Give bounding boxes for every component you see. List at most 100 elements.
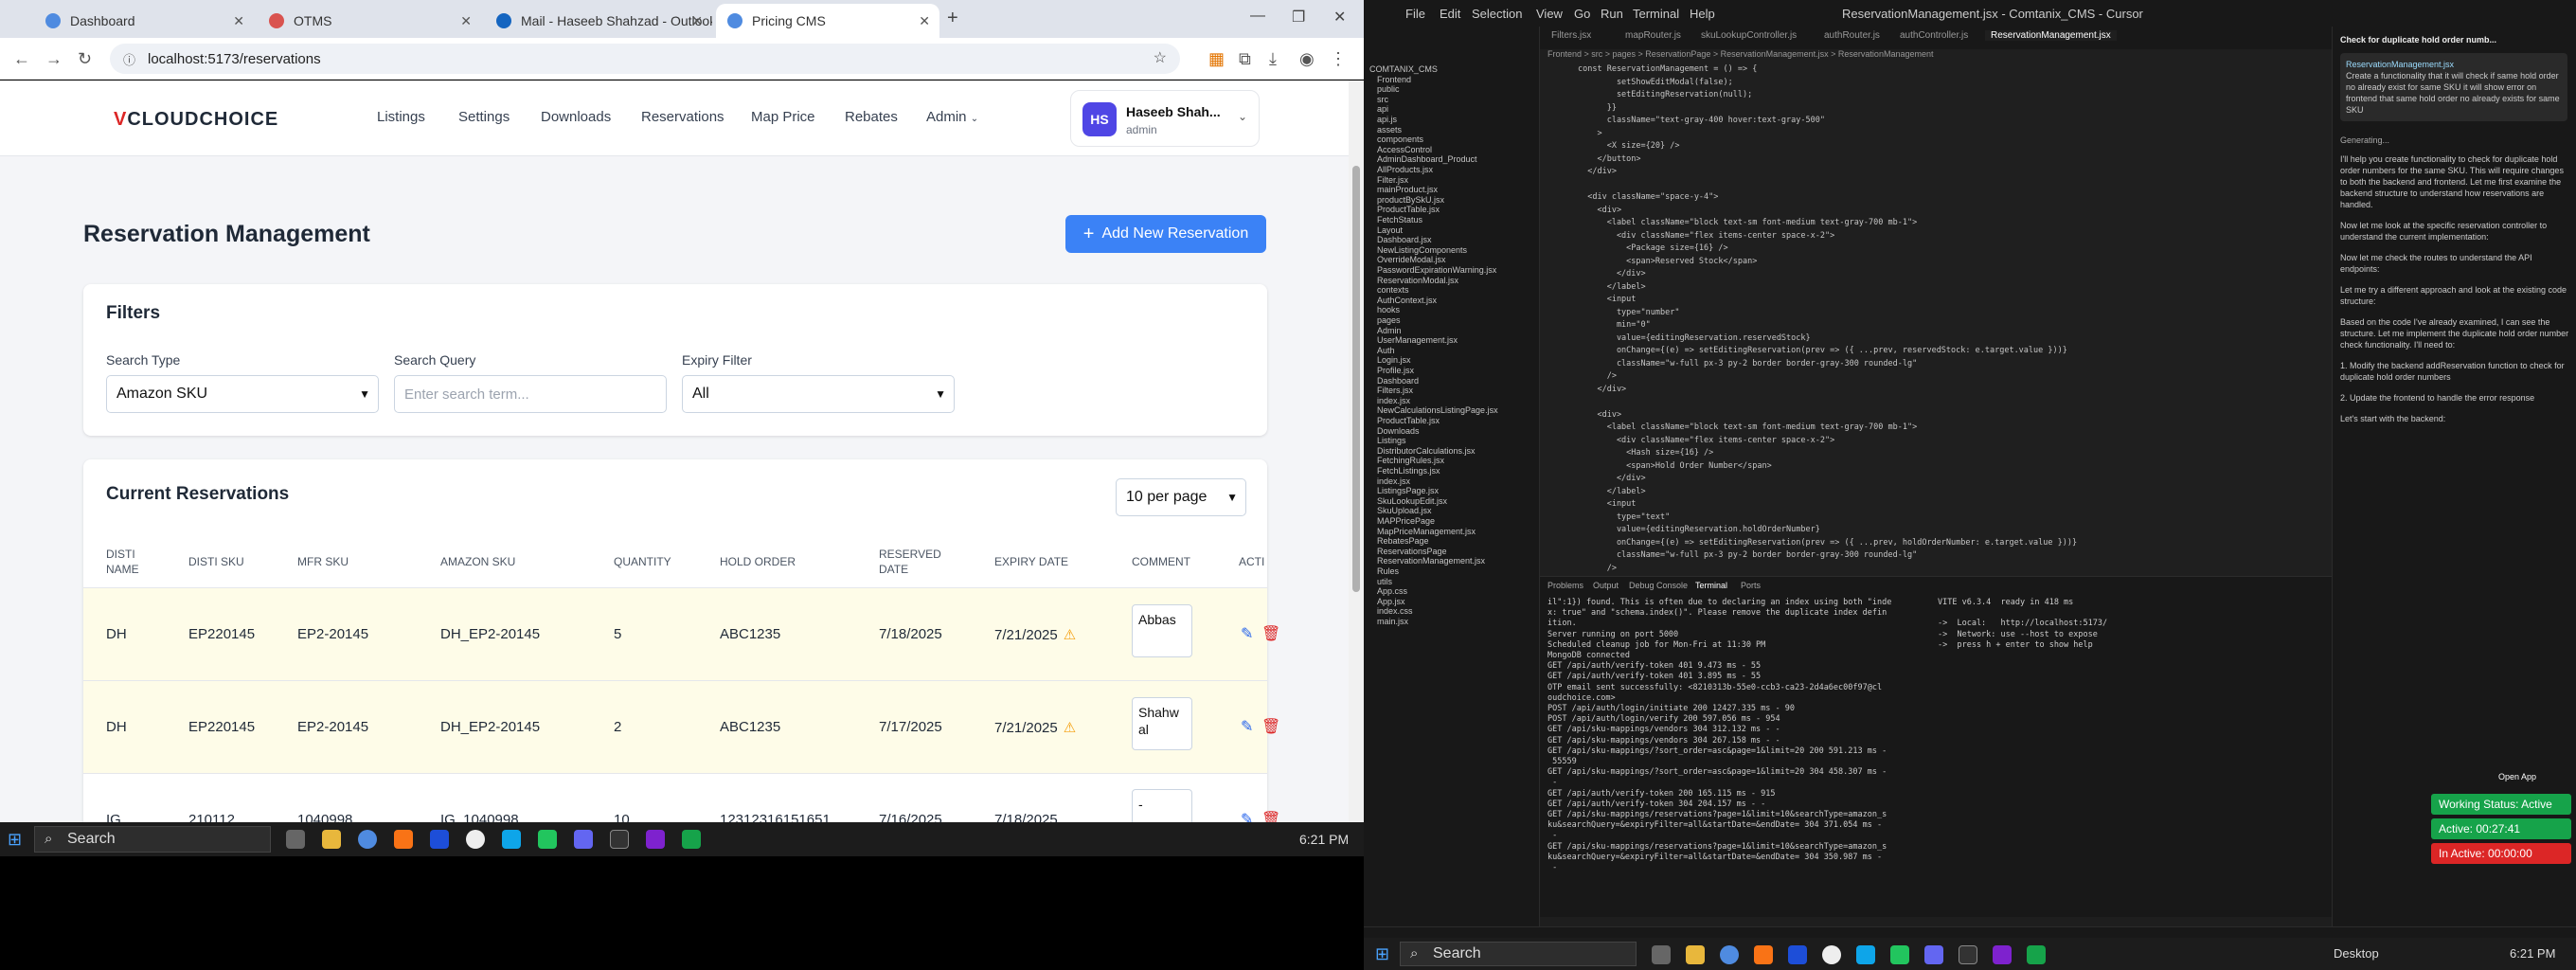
tree-item[interactable]: DistributorCalculations.jsx (1377, 446, 1476, 456)
menu-run[interactable]: Run (1601, 7, 1623, 21)
tree-item[interactable]: MapPriceManagement.jsx (1377, 527, 1476, 536)
tree-item[interactable]: index.css (1377, 606, 1413, 616)
tree-item[interactable]: api (1377, 104, 1388, 114)
nav-map-price[interactable]: Map Price (751, 109, 815, 125)
tree-item[interactable]: FetchListings.jsx (1377, 466, 1440, 476)
tree-item[interactable]: productBySkU.jsx (1377, 195, 1444, 205)
close-tab-icon[interactable]: ✕ (919, 13, 930, 29)
app-icon[interactable] (538, 830, 557, 849)
tree-item[interactable]: public (1377, 84, 1400, 94)
profile-icon[interactable]: ◉ (1299, 49, 1315, 69)
taskbar-search[interactable]: ⌕ Search (34, 826, 271, 853)
tree-item[interactable]: Auth (1377, 346, 1395, 355)
app-icon[interactable] (1856, 945, 1875, 964)
tree-item[interactable]: src (1377, 95, 1388, 104)
menu-help[interactable]: Help (1690, 7, 1715, 21)
browser-tab-dashboard[interactable]: Dashboard ✕ (34, 4, 254, 38)
panel-tab-active[interactable]: Terminal (1695, 581, 1727, 590)
onenote-icon[interactable] (646, 830, 665, 849)
new-tab-icon[interactable]: + (947, 8, 958, 29)
app-icon[interactable] (394, 830, 413, 849)
per-page-select[interactable]: 10 per page ▼ (1116, 478, 1246, 516)
editor-tab-active[interactable]: ReservationManagement.jsx (1985, 30, 2117, 41)
menu-go[interactable]: Go (1574, 7, 1590, 21)
tree-item[interactable]: api.js (1377, 115, 1397, 124)
file-explorer-icon[interactable] (1686, 945, 1705, 964)
tree-item[interactable]: Admin (1377, 326, 1402, 335)
tree-item[interactable]: ReservationsPage (1377, 547, 1447, 556)
minimize-icon[interactable]: — (1250, 8, 1265, 25)
app-icon[interactable] (1890, 945, 1909, 964)
tree-item[interactable]: Frontend (1377, 75, 1411, 84)
extensions-icon[interactable]: ⧉ (1239, 49, 1251, 69)
browser-menu-icon[interactable]: ⋮ (1330, 49, 1347, 69)
close-tab-icon[interactable]: ✕ (233, 13, 244, 29)
editor-tab[interactable]: skuLookupController.js (1701, 30, 1797, 41)
tree-item[interactable]: Filters.jsx (1377, 386, 1413, 395)
nav-rebates[interactable]: Rebates (845, 109, 898, 125)
tree-item[interactable]: SkuLookupEdit.jsx (1377, 496, 1447, 506)
search-type-select[interactable]: Amazon SKU ▼ (106, 375, 379, 413)
comment-textarea[interactable]: - (1132, 789, 1192, 822)
tree-item[interactable]: PasswordExpirationWarning.jsx (1377, 265, 1496, 275)
nav-admin[interactable]: Admin ⌄ (926, 109, 978, 125)
edit-icon[interactable]: ✎ (1241, 717, 1253, 736)
comment-textarea[interactable]: Shahw al (1132, 697, 1192, 750)
panel-tab[interactable]: Output (1593, 581, 1619, 590)
tree-item[interactable]: NewListingComponents (1377, 245, 1467, 255)
tree-item[interactable]: Rules (1377, 566, 1399, 576)
task-view-icon[interactable] (286, 830, 305, 849)
editor-tab[interactable]: mapRouter.js (1625, 30, 1681, 41)
trash-icon[interactable]: 🗑 (1261, 810, 1280, 822)
tree-item[interactable]: Layout (1377, 225, 1403, 235)
tree-item[interactable]: mainProduct.jsx (1377, 185, 1438, 194)
restore-icon[interactable]: ❐ (1292, 8, 1305, 27)
tree-item[interactable]: Downloads (1377, 426, 1420, 436)
tree-item[interactable]: App.jsx (1377, 597, 1405, 606)
close-tab-icon[interactable]: ✕ (691, 13, 703, 29)
tree-item[interactable]: ListingsPage.jsx (1377, 486, 1439, 495)
app-icon[interactable] (466, 830, 485, 849)
edit-icon[interactable]: ✎ (1241, 810, 1253, 822)
bookmark-star-icon[interactable]: ☆ (1154, 48, 1167, 67)
tree-item[interactable]: contexts (1377, 285, 1409, 295)
comment-textarea[interactable]: Abbas (1132, 604, 1192, 657)
reload-icon[interactable]: ↻ (78, 49, 92, 69)
tree-item[interactable]: index.jsx (1377, 476, 1410, 486)
nav-listings[interactable]: Listings (377, 109, 425, 125)
tree-item[interactable]: AdminDashboard_Product (1377, 154, 1477, 164)
panel-tab[interactable]: Debug Console (1629, 581, 1688, 590)
tree-item[interactable]: ProductTable.jsx (1377, 416, 1440, 425)
tree-item[interactable]: FetchingRules.jsx (1377, 456, 1444, 465)
windows-start-icon[interactable]: ⊞ (1375, 944, 1389, 964)
chrome-icon[interactable] (1720, 945, 1739, 964)
tree-item[interactable]: AuthContext.jsx (1377, 296, 1437, 305)
menu-terminal[interactable]: Terminal (1633, 7, 1679, 21)
add-reservation-button[interactable]: + Add New Reservation (1065, 215, 1266, 253)
editor-tab[interactable]: authController.js (1900, 30, 1968, 41)
cloudchoice-logo[interactable]: VCLOUDCHOICE (114, 109, 278, 131)
tree-item[interactable]: SkuUpload.jsx (1377, 506, 1432, 515)
editor-tab[interactable]: authRouter.js (1824, 30, 1880, 41)
tree-item[interactable]: ProductTable.jsx (1377, 205, 1440, 214)
nav-reservations[interactable]: Reservations (641, 109, 724, 125)
page-scrollbar[interactable] (1349, 81, 1364, 822)
app-icon[interactable] (1924, 945, 1943, 964)
forward-icon[interactable]: → (45, 49, 63, 69)
downloads-icon[interactable]: ⤓ (1269, 49, 1277, 69)
expiry-filter-select[interactable]: All ▼ (682, 375, 955, 413)
tree-item[interactable]: UserManagement.jsx (1377, 335, 1458, 345)
tree-item[interactable]: AllProducts.jsx (1377, 165, 1433, 174)
file-explorer-icon[interactable] (322, 830, 341, 849)
tree-item[interactable]: OverrideModal.jsx (1377, 255, 1446, 264)
search-query-input[interactable]: Enter search term... (394, 375, 667, 413)
browser-tab-pricing-cms[interactable]: Pricing CMS ✕ (716, 4, 939, 38)
task-view-icon[interactable] (1652, 945, 1671, 964)
menu-view[interactable]: View (1536, 7, 1563, 21)
excel-icon[interactable] (2027, 945, 2046, 964)
chrome-icon[interactable] (358, 830, 377, 849)
panel-tab[interactable]: Ports (1741, 581, 1761, 590)
code-editor[interactable]: const ReservationManagement = () => { se… (1540, 64, 2332, 576)
tree-item[interactable]: Dashboard (1377, 376, 1419, 386)
close-tab-icon[interactable]: ✕ (460, 13, 472, 29)
